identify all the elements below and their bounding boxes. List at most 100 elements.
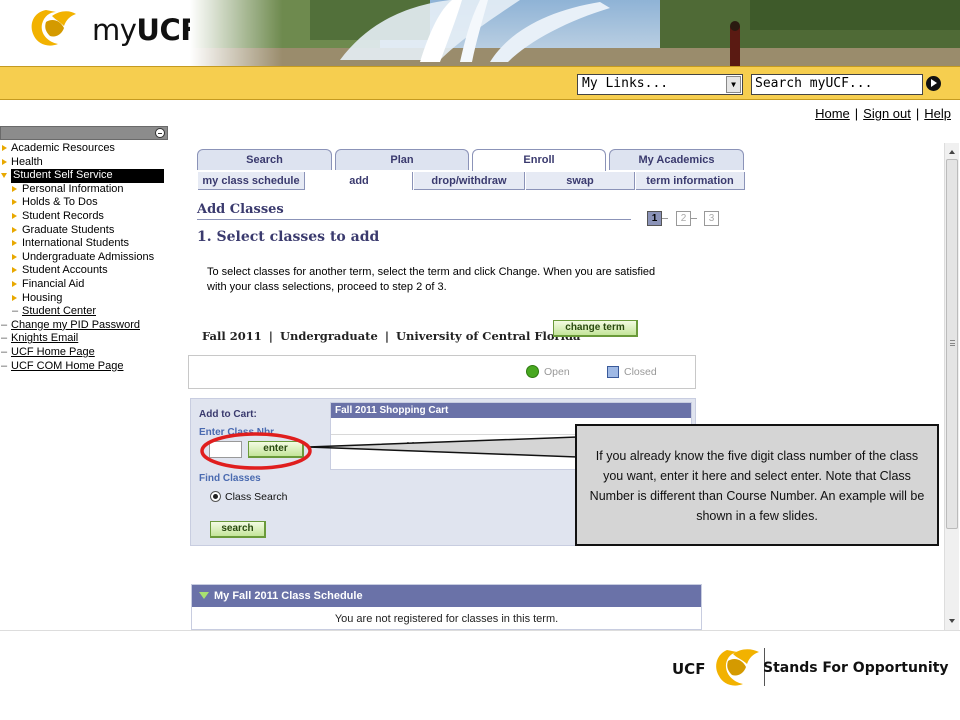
logo-wordmark: myUCF [92, 13, 200, 47]
step-title: 1. Select classes to add [197, 229, 380, 245]
instructions-text: To select classes for another term, sele… [207, 266, 656, 293]
site-header: myUCF [0, 0, 960, 66]
status-legend: Open Closed [188, 355, 696, 389]
open-legend-label: Open [544, 366, 570, 378]
closed-status-icon [607, 366, 619, 378]
nav-item-academic-resources[interactable]: Academic Resources [0, 142, 168, 156]
nav-item-label: Student Accounts [22, 264, 108, 277]
nav-item-health[interactable]: Health [0, 156, 168, 170]
triangle-right-icon [2, 145, 7, 151]
step-indicator: 1 2 3 [647, 211, 721, 227]
nav-item-personal-information[interactable]: Personal Information [0, 183, 168, 197]
nav-item-housing[interactable]: Housing [0, 292, 168, 306]
nav-item-financial-aid[interactable]: Financial Aid [0, 278, 168, 292]
step-1: 1 [647, 211, 662, 226]
footer-divider [0, 630, 960, 631]
nav-item-ucf-com-home-page[interactable]: – UCF COM Home Page [0, 360, 168, 374]
tab-enroll[interactable]: Enroll [472, 149, 606, 171]
nav-item-holds-to-dos[interactable]: Holds & To Dos [0, 196, 168, 210]
scroll-down-arrow-icon[interactable] [945, 614, 960, 628]
nav-item-label: Student Self Service [11, 169, 164, 183]
home-link[interactable]: Home [815, 106, 850, 121]
dash-icon: – [12, 305, 19, 318]
vertical-scrollbar[interactable] [944, 143, 959, 630]
footer-ucf-wordmark: UCF [672, 660, 706, 678]
subtab-label: my class schedule [202, 175, 300, 187]
schedule-empty-message: You are not registered for classes in th… [334, 613, 559, 625]
nav-item-label: UCF COM Home Page [11, 359, 124, 372]
triangle-right-icon [12, 212, 17, 219]
nav-item-ucf-home-page[interactable]: – UCF Home Page [0, 346, 168, 360]
nav-item-label: Personal Information [22, 182, 124, 195]
change-term-button[interactable]: change term [553, 320, 638, 337]
search-input[interactable]: Search myUCF... [751, 74, 923, 95]
dash-icon: – [1, 345, 8, 358]
enter-class-nbr-label: Enter Class Nbr [199, 427, 275, 438]
step-3: 3 [704, 211, 719, 226]
search-input-value: Search myUCF... [755, 76, 873, 91]
chevron-down-icon[interactable]: ▼ [726, 76, 741, 93]
triangle-right-icon [12, 185, 17, 192]
dash-icon: – [1, 318, 8, 331]
grip-icon [950, 340, 955, 346]
expand-triangle-icon[interactable] [199, 592, 209, 599]
nav-item-label: Housing [22, 291, 63, 304]
class-search-radio[interactable] [210, 491, 221, 502]
nav-item-change-pid-password[interactable]: – Change my PID Password [0, 319, 168, 333]
pegasus-logo-icon [716, 649, 759, 686]
triangle-right-icon [12, 199, 17, 206]
go-arrow-icon[interactable] [926, 76, 941, 91]
collapse-icon[interactable] [155, 128, 165, 138]
nav-item-student-self-service[interactable]: Student Self Service [0, 169, 168, 183]
my-links-dropdown[interactable]: My Links... ▼ [577, 74, 743, 95]
separator: | [268, 329, 273, 343]
scrollbar-thumb[interactable] [946, 159, 958, 529]
open-status-icon [526, 365, 539, 378]
subtab-term-information[interactable]: term information [635, 172, 745, 190]
nav-item-label: Change my PID Password [11, 318, 140, 331]
step-connector [662, 218, 668, 219]
nav-item-undergraduate-admissions[interactable]: Undergraduate Admissions [0, 251, 168, 265]
enter-button[interactable]: enter [248, 441, 304, 458]
subtab-drop-withdraw[interactable]: drop/withdraw [413, 172, 525, 190]
nav-item-label: Student Center [22, 305, 96, 318]
subtab-my-class-schedule[interactable]: my class schedule [197, 172, 305, 190]
subtab-add[interactable]: add [305, 172, 413, 190]
my-links-value: My Links... [582, 76, 669, 91]
nav-item-student-accounts[interactable]: Student Accounts [0, 264, 168, 278]
nav-item-international-students[interactable]: International Students [0, 237, 168, 251]
add-to-cart-heading: Add to Cart: [199, 409, 257, 420]
nav-item-student-records[interactable]: Student Records [0, 210, 168, 224]
search-button[interactable]: search [210, 521, 266, 538]
subtab-label: swap [566, 175, 594, 187]
separator: | [915, 106, 920, 121]
nav-header-bar [0, 126, 168, 140]
class-number-input[interactable] [209, 441, 242, 458]
nav-item-student-center[interactable]: – Student Center [0, 305, 168, 319]
tab-label: Search [246, 154, 283, 166]
page-title: Add Classes [197, 202, 284, 217]
help-link[interactable]: Help [924, 106, 951, 121]
sign-out-link[interactable]: Sign out [863, 106, 911, 121]
tab-label: Plan [390, 154, 414, 166]
nav-item-knights-email[interactable]: – Knights Email [0, 332, 168, 346]
triangle-right-icon [12, 294, 17, 301]
nav-item-label: Knights Email [11, 332, 79, 345]
nav-item-graduate-students[interactable]: Graduate Students [0, 224, 168, 238]
subtab-swap[interactable]: swap [525, 172, 635, 190]
schedule-title: My Fall 2011 Class Schedule [214, 590, 363, 602]
step-connector [691, 218, 697, 219]
callout-box: If you already know the five digit class… [575, 424, 939, 546]
tab-search[interactable]: Search [197, 149, 332, 170]
subtab-label: term information [646, 175, 734, 187]
career-name: Undergraduate [279, 329, 378, 343]
tab-plan[interactable]: Plan [335, 149, 469, 170]
nav-item-label: Financial Aid [22, 277, 85, 290]
scroll-up-arrow-icon[interactable] [945, 145, 960, 159]
dash-icon: – [1, 332, 8, 345]
tab-my-academics[interactable]: My Academics [609, 149, 744, 170]
myucf-logo[interactable]: myUCF [26, 4, 200, 52]
schedule-header[interactable]: My Fall 2011 Class Schedule [192, 585, 701, 607]
term-name: Fall 2011 [202, 329, 262, 343]
separator: | [854, 106, 859, 121]
